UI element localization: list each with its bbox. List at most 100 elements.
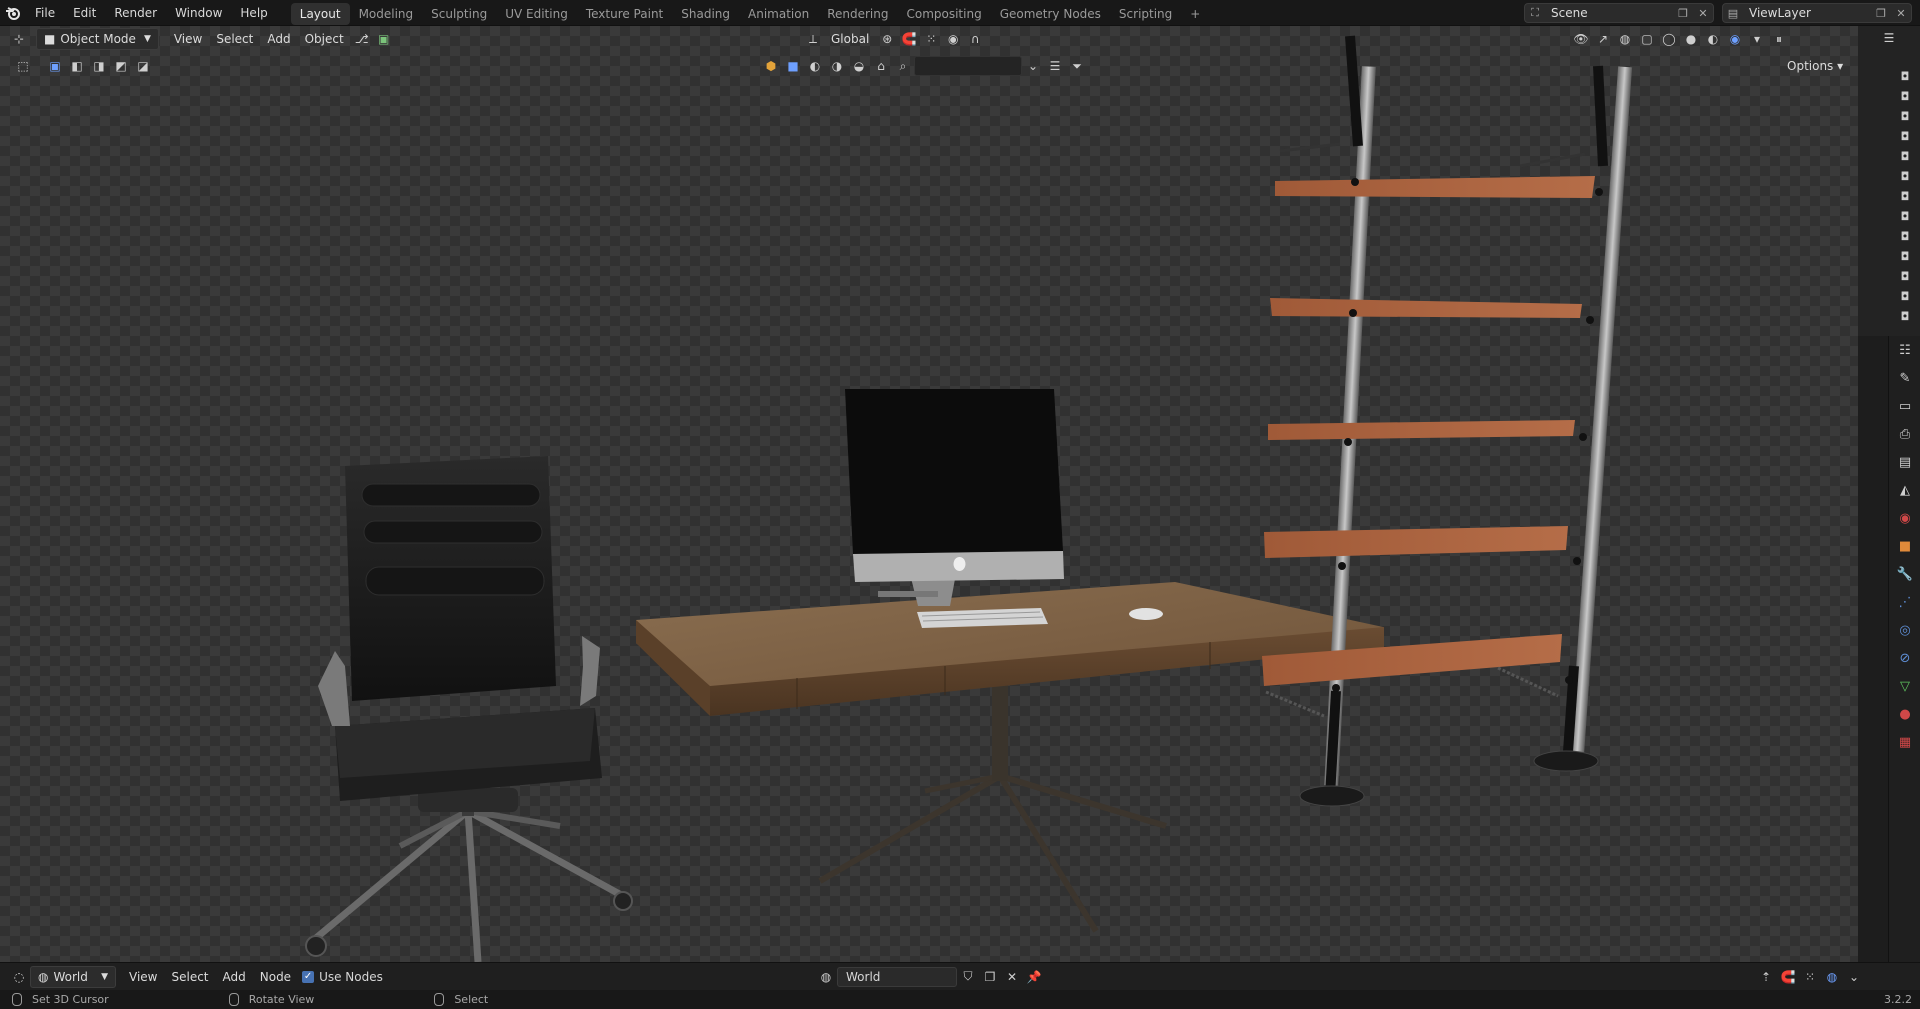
imac-monitor[interactable] (845, 389, 1064, 606)
delete-view-layer-icon[interactable]: ✕ (1891, 3, 1911, 23)
node-overlays-icon[interactable]: ◍ (1821, 967, 1843, 987)
menu-render[interactable]: Render (105, 0, 166, 26)
scene-selector[interactable]: ⛶ Scene ❐ ✕ (1524, 3, 1714, 23)
overlay-dropdown-icon[interactable]: ⌄ (1843, 967, 1865, 987)
tab-layout[interactable]: Layout (290, 2, 350, 25)
node-menu-select[interactable]: Select (164, 967, 215, 987)
render-toggle-camera-icon[interactable]: ◘ (1890, 126, 1920, 146)
properties-editor-icon[interactable]: ☷ (1889, 336, 1920, 364)
tab-animation[interactable]: Animation (739, 3, 818, 25)
menu-window[interactable]: Window (166, 0, 231, 26)
scene-properties-icon[interactable]: ◭ (1889, 476, 1920, 504)
render-toggle-camera-icon[interactable]: ◘ (1890, 266, 1920, 286)
3d-viewport[interactable]: ⊹ ■ Object Mode ▼ View Select Add Object… (0, 26, 1858, 962)
tab-shading[interactable]: Shading (672, 3, 739, 25)
render-toggle-camera-icon[interactable]: ◘ (1890, 146, 1920, 166)
blender-logo-icon[interactable] (0, 0, 26, 26)
render-toggle-camera-icon[interactable]: ◘ (1890, 246, 1920, 266)
snap-node-icon[interactable]: 🧲 (1777, 967, 1799, 987)
view-layer-properties-icon[interactable]: ▤ (1889, 448, 1920, 476)
render-toggle-camera-icon[interactable]: ◘ (1890, 286, 1920, 306)
office-chair[interactable] (305, 456, 633, 962)
outliner-editor-icon[interactable]: ☰ (1878, 28, 1900, 48)
pin-icon[interactable]: 📌 (1023, 967, 1045, 987)
node-menu-node[interactable]: Node (253, 967, 298, 987)
add-workspace-button[interactable]: + (1181, 3, 1209, 25)
scene-render (305, 35, 1633, 962)
chevron-down-icon: ▼ (101, 971, 108, 982)
tab-scripting[interactable]: Scripting (1110, 3, 1181, 25)
view-layer-icon: ▤ (1727, 6, 1739, 20)
middle-mouse-icon (228, 993, 239, 1006)
status-rotate-view: Rotate View (228, 993, 314, 1006)
fake-user-shield-icon[interactable]: ⛉ (957, 967, 979, 987)
particles-properties-icon[interactable]: ⋰ (1889, 588, 1920, 616)
physics-properties-icon[interactable]: ◎ (1889, 616, 1920, 644)
render-toggle-camera-icon[interactable]: ◘ (1890, 86, 1920, 106)
tab-modeling[interactable]: Modeling (350, 3, 423, 25)
render-toggle-camera-icon[interactable]: ◘ (1890, 166, 1920, 186)
properties-tab-strip: ☷ ✎ ▭ ⎙ ▤ ◭ ◉ ■ 🔧 ⋰ ◎ ⊘ ▽ ● ▦ (1888, 336, 1920, 962)
node-editor-header: ◌ ◍ World ▼ View Select Add Node ✓ Use N… (0, 962, 1920, 990)
view-layer-name[interactable]: ViewLayer (1743, 6, 1871, 20)
material-properties-icon[interactable]: ● (1889, 700, 1920, 728)
status-select: Select (434, 993, 488, 1006)
node-editor-type-icon[interactable]: ◌ (8, 967, 30, 987)
desk[interactable] (636, 582, 1384, 933)
menu-edit[interactable]: Edit (64, 0, 105, 26)
use-nodes-toggle[interactable]: ✓ Use Nodes (302, 970, 383, 984)
snap-grid-icon[interactable]: ⁙ (1799, 967, 1821, 987)
new-view-layer-icon[interactable]: ❐ (1871, 3, 1891, 23)
delete-scene-icon[interactable]: ✕ (1693, 3, 1713, 23)
tool-properties-icon[interactable]: ✎ (1889, 364, 1920, 392)
tab-compositing[interactable]: Compositing (897, 3, 990, 25)
render-toggle-camera-icon[interactable]: ◘ (1890, 66, 1920, 86)
scene-icon: ⛶ (1531, 6, 1539, 19)
tab-rendering[interactable]: Rendering (818, 3, 897, 25)
outliner-render-toggles: ◘ ◘ ◘ ◘ ◘ ◘ ◘ ◘ ◘ ◘ ◘ ◘ ◘ (1890, 66, 1920, 326)
status-select-label: Select (454, 993, 489, 1006)
render-toggle-camera-icon[interactable]: ◘ (1890, 186, 1920, 206)
unlink-world-icon[interactable]: ✕ (1001, 967, 1023, 987)
node-menu-view[interactable]: View (122, 967, 164, 987)
data-properties-icon[interactable]: ▽ (1889, 672, 1920, 700)
status-bar: Set 3D Cursor Rotate View Select 3.2.2 (0, 990, 1920, 1009)
bookshelf[interactable] (1262, 35, 1633, 807)
tab-geometry-nodes[interactable]: Geometry Nodes (991, 3, 1110, 25)
tab-texture-paint[interactable]: Texture Paint (577, 3, 672, 25)
render-properties-icon[interactable]: ▭ (1889, 392, 1920, 420)
render-toggle-camera-icon[interactable]: ◘ (1890, 106, 1920, 126)
modifier-properties-icon[interactable]: 🔧 (1889, 560, 1920, 588)
constraints-properties-icon[interactable]: ⊘ (1889, 644, 1920, 672)
node-menu-add[interactable]: Add (216, 967, 253, 987)
right-mouse-icon (434, 993, 445, 1006)
status-set-cursor-label: Set 3D Cursor (32, 993, 109, 1006)
scene-name[interactable]: Scene (1545, 6, 1673, 20)
version-label: 3.2.2 (1884, 993, 1912, 1006)
world-shader-dropdown[interactable]: ◍ World ▼ (30, 965, 116, 988)
tab-uv-editing[interactable]: UV Editing (496, 3, 577, 25)
view-layer-selector[interactable]: ▤ ViewLayer ❐ ✕ (1722, 3, 1912, 23)
mouse[interactable] (1129, 608, 1163, 620)
menu-file[interactable]: File (26, 0, 64, 26)
render-toggle-camera-icon[interactable]: ◘ (1890, 306, 1920, 326)
left-mouse-icon (12, 993, 22, 1006)
world-name-field[interactable]: World (837, 966, 957, 987)
texture-properties-icon[interactable]: ▦ (1889, 728, 1920, 756)
world-properties-icon[interactable]: ◉ (1889, 504, 1920, 532)
top-bar: File Edit Render Window Help Layout Mode… (0, 0, 1920, 26)
outliner-strip: ☰ ◘ ◘ ◘ ◘ ◘ ◘ ◘ ◘ ◘ ◘ ◘ ◘ ◘ (1858, 26, 1920, 336)
menu-help[interactable]: Help (231, 0, 276, 26)
output-properties-icon[interactable]: ⎙ (1889, 420, 1920, 448)
object-properties-icon[interactable]: ■ (1889, 532, 1920, 560)
tab-sculpting[interactable]: Sculpting (422, 3, 496, 25)
world-icon: ◍ (38, 969, 49, 984)
render-toggle-camera-icon[interactable]: ◘ (1890, 226, 1920, 246)
render-toggle-camera-icon[interactable]: ◘ (1890, 206, 1920, 226)
duplicate-world-icon[interactable]: ❐ (979, 967, 1001, 987)
new-scene-icon[interactable]: ❐ (1673, 3, 1693, 23)
use-nodes-label: Use Nodes (319, 969, 383, 984)
use-nodes-checkbox[interactable]: ✓ (302, 970, 315, 983)
parent-node-tree-icon[interactable]: ⇡ (1755, 967, 1777, 987)
world-datablock-icon[interactable]: ◍ (815, 967, 837, 987)
